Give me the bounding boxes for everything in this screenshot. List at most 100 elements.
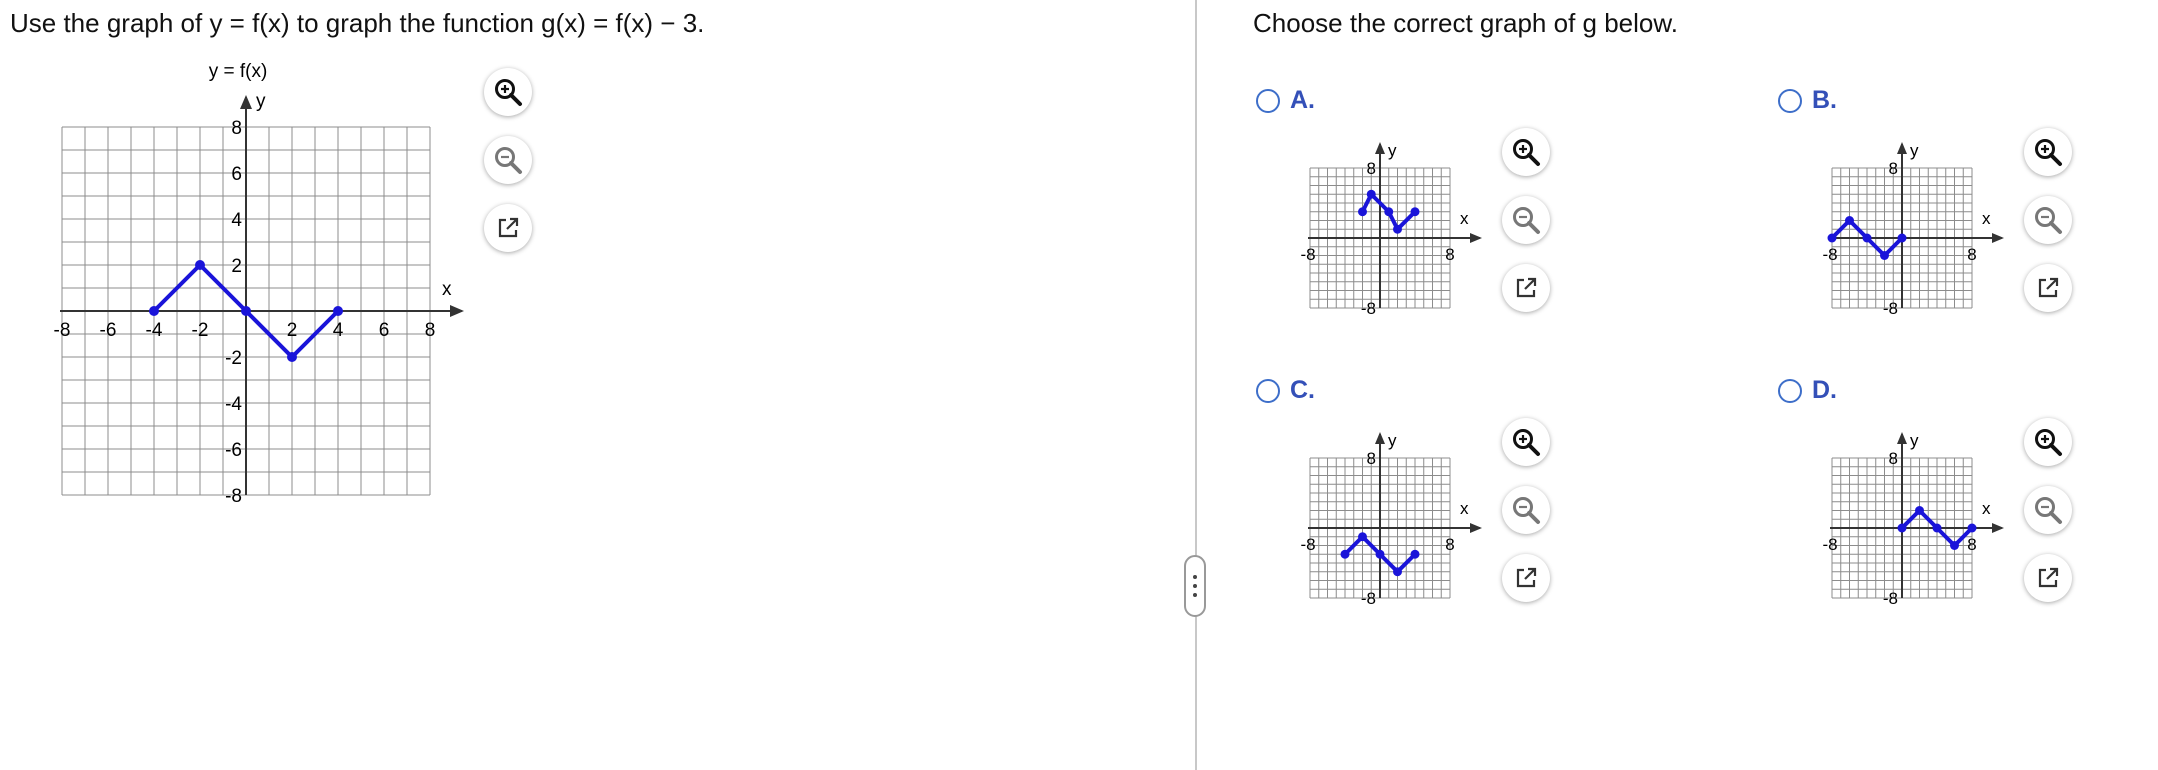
y-tick-label: 8 <box>1367 449 1376 468</box>
x-tick-label: 6 <box>379 320 390 341</box>
main-new-window-button[interactable] <box>484 204 532 252</box>
x-tick-label: 8 <box>425 320 436 341</box>
option-a-radio[interactable] <box>1256 88 1280 113</box>
y-axis-label: y <box>1910 141 1919 160</box>
option-b-new-window-button[interactable] <box>2024 264 2072 312</box>
option-d-label: D. <box>1812 376 1837 404</box>
y-tick-label: -6 <box>225 440 242 461</box>
y-tick-label: 8 <box>231 118 242 139</box>
y-tick-label: -8 <box>225 486 242 505</box>
curve-point <box>333 306 343 316</box>
pane-divider <box>1195 0 1197 770</box>
main-zoom-out-button[interactable] <box>484 136 532 184</box>
x-axis-arrow <box>1470 233 1482 243</box>
x-tick-label: -8 <box>1300 535 1315 554</box>
zoom-out-icon <box>2033 205 2063 235</box>
x-axis-label: x <box>1982 209 1991 228</box>
x-tick-label: -8 <box>54 320 71 341</box>
x-tick-label: 8 <box>1445 535 1454 554</box>
option-a-new-window-button[interactable] <box>1502 264 1550 312</box>
prompt-text: Choose the correct graph of g below. <box>1253 8 1678 38</box>
y-axis-arrow <box>1897 142 1907 154</box>
option-b-radio[interactable] <box>1778 88 1802 113</box>
y-tick-label: -8 <box>1883 589 1898 608</box>
x-axis-label: x <box>1982 499 1991 518</box>
curve-point <box>1358 207 1367 217</box>
x-tick-label: -8 <box>1822 535 1837 554</box>
y-axis-arrow <box>1375 432 1385 444</box>
option-a-graph: y x -8 8 8 -8 <box>1300 128 1490 328</box>
y-tick-label: -4 <box>225 394 242 415</box>
x-tick-label: 8 <box>1967 245 1976 264</box>
option-b-zoom-out-button[interactable] <box>2024 196 2072 244</box>
curve-point <box>1827 233 1837 243</box>
option-d-zoom-out-button[interactable] <box>2024 486 2072 534</box>
option-b[interactable]: B. <box>1778 86 1837 115</box>
y-axis-arrow <box>1897 432 1907 444</box>
curve-point <box>195 260 205 270</box>
option-d-radio[interactable] <box>1778 378 1802 403</box>
curve-point <box>1967 523 1977 533</box>
curve-point <box>1845 216 1854 225</box>
graph-title: y = f(x) <box>209 61 268 82</box>
main-zoom-in-button[interactable] <box>484 68 532 116</box>
option-c-zoom-in-button[interactable] <box>1502 418 1550 466</box>
curve-point <box>1393 567 1402 577</box>
x-tick-label: -6 <box>100 320 117 341</box>
curve-point <box>287 352 297 362</box>
option-d-graph: y x -8 8 8 -8 <box>1822 418 2012 618</box>
x-tick-label: -8 <box>1822 245 1837 264</box>
pane-resize-handle[interactable] <box>1184 555 1206 617</box>
question-text: Use the graph of y = f(x) to graph the f… <box>10 8 705 38</box>
x-axis-arrow <box>1470 523 1482 533</box>
option-d[interactable]: D. <box>1778 376 1837 405</box>
curve-point <box>1410 549 1420 559</box>
y-tick-label: 4 <box>231 210 242 231</box>
x-tick-label: 4 <box>333 320 344 341</box>
zoom-out-icon <box>2033 495 2063 525</box>
y-tick-label: -8 <box>1361 299 1376 318</box>
curve-point <box>1915 506 1924 515</box>
y-tick-label: 8 <box>1367 159 1376 178</box>
curve-point <box>241 306 251 316</box>
option-c-graph: y x -8 8 8 -8 <box>1300 418 1490 618</box>
option-a-zoom-in-button[interactable] <box>1502 128 1550 176</box>
option-d-zoom-in-button[interactable] <box>2024 418 2072 466</box>
option-c-label: C. <box>1290 376 1315 404</box>
option-b-label: B. <box>1812 86 1837 114</box>
x-axis-arrow <box>1992 233 2004 243</box>
option-d-new-window-button[interactable] <box>2024 554 2072 602</box>
new-window-icon <box>495 215 521 241</box>
new-window-icon <box>1513 565 1539 591</box>
x-tick-label: -8 <box>1300 245 1315 264</box>
y-tick-label: 8 <box>1889 159 1898 178</box>
main-graph-f: y = f(x) y x -8 -6 -4 -2 2 4 6 8 8 6 4 2 -2 -4 -6 -8 <box>30 55 470 505</box>
curve-point <box>1862 233 1872 243</box>
y-tick-label: 6 <box>231 164 242 185</box>
curve-point <box>1932 523 1942 533</box>
curve-point <box>1897 233 1907 243</box>
x-axis-label: x <box>1460 499 1469 518</box>
y-axis-label: y <box>1910 431 1919 450</box>
option-b-zoom-in-button[interactable] <box>2024 128 2072 176</box>
y-axis-label: y <box>256 91 266 112</box>
curve-point <box>1410 207 1420 217</box>
curve-point <box>1340 549 1350 559</box>
x-tick-label: 8 <box>1967 535 1976 554</box>
zoom-in-icon <box>493 77 523 107</box>
zoom-out-icon <box>493 145 523 175</box>
option-a-label: A. <box>1290 86 1315 114</box>
option-c-new-window-button[interactable] <box>1502 554 1550 602</box>
option-a-zoom-out-button[interactable] <box>1502 196 1550 244</box>
zoom-out-icon <box>1511 495 1541 525</box>
option-c-radio[interactable] <box>1256 378 1280 403</box>
y-axis-label: y <box>1388 141 1397 160</box>
x-tick-label: 8 <box>1445 245 1454 264</box>
x-tick-label: 2 <box>287 320 298 341</box>
x-axis-arrow <box>1992 523 2004 533</box>
option-a[interactable]: A. <box>1256 86 1315 115</box>
curve-point <box>1375 549 1385 559</box>
zoom-in-icon <box>2033 137 2063 167</box>
option-c[interactable]: C. <box>1256 376 1315 405</box>
option-c-zoom-out-button[interactable] <box>1502 486 1550 534</box>
